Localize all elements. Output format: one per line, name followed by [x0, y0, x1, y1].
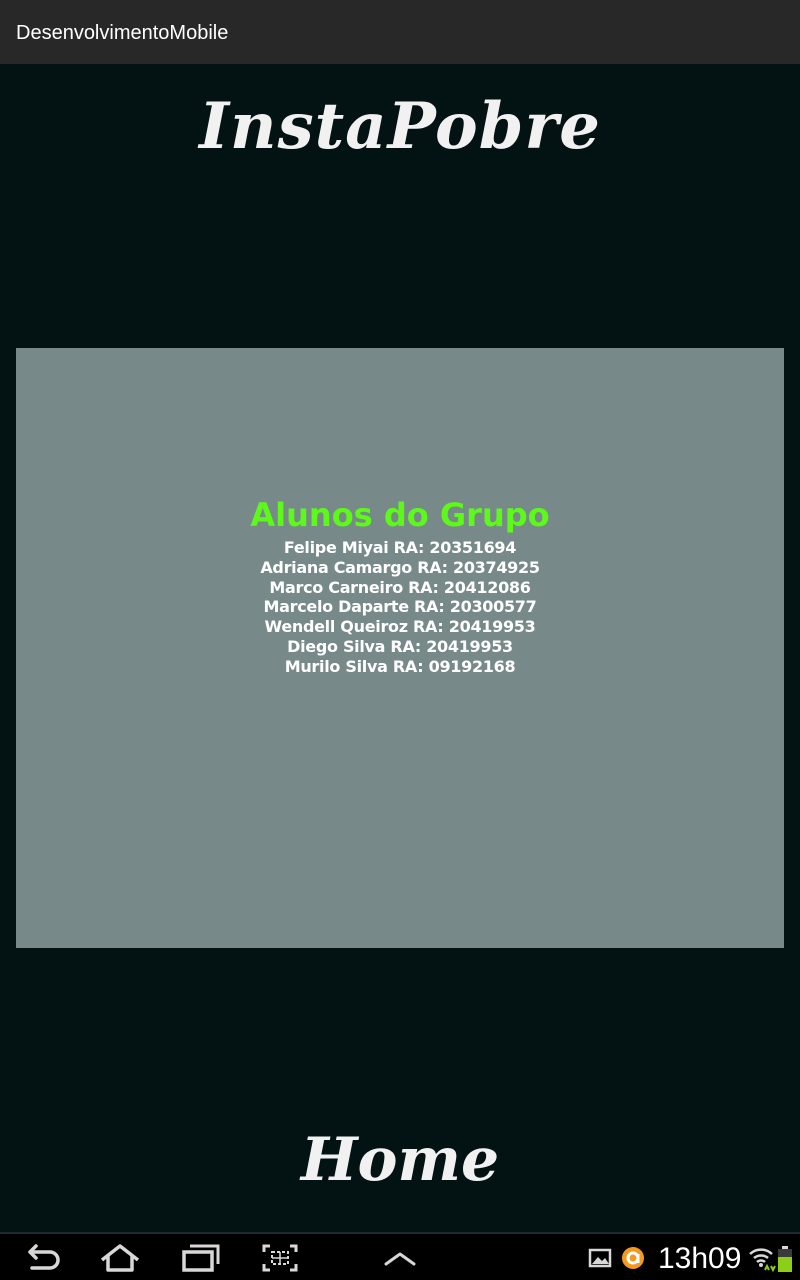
- student-item: Marcelo Daparte RA: 20300577: [263, 597, 537, 617]
- app-title: DesenvolvimentoMobile: [16, 22, 229, 44]
- gallery-icon: [584, 1240, 614, 1276]
- student-item: Felipe Miyai RA: 20351694: [283, 538, 517, 557]
- student-item: Wendell Queiroz RA: 20419953: [264, 617, 536, 637]
- back-icon[interactable]: [20, 1240, 64, 1276]
- home-icon[interactable]: [98, 1240, 142, 1276]
- logo-title: InstaPobre: [199, 89, 601, 164]
- action-bar: DesenvolvimentoMobile: [0, 0, 800, 64]
- system-clock: 13h09: [658, 1242, 742, 1275]
- menu-up-icon[interactable]: [378, 1240, 422, 1276]
- system-nav-bar: 13h09: [0, 1232, 800, 1280]
- student-item: Murilo Silva RA: 09192168: [284, 656, 516, 676]
- battery-icon: [774, 1240, 796, 1276]
- student-item: Marco Carneiro RA: 20412086: [269, 577, 531, 597]
- wifi-icon: [746, 1240, 776, 1276]
- student-item: Adriana Camargo RA: 20374925: [260, 557, 540, 577]
- recent-apps-icon[interactable]: [178, 1240, 222, 1276]
- home-button[interactable]: Home: [0, 1118, 800, 1202]
- screenshot-icon[interactable]: [258, 1240, 302, 1276]
- app-screen: DesenvolvimentoMobile InstaPobre Alunos …: [0, 0, 800, 1280]
- student-list: Felipe Miyai RA: 20351694 Adriana Camarg…: [0, 538, 800, 677]
- group-heading: Alunos do Grupo: [250, 496, 550, 534]
- app-notification-icon: [618, 1240, 648, 1276]
- student-item: Diego Silva RA: 20419953: [287, 636, 513, 656]
